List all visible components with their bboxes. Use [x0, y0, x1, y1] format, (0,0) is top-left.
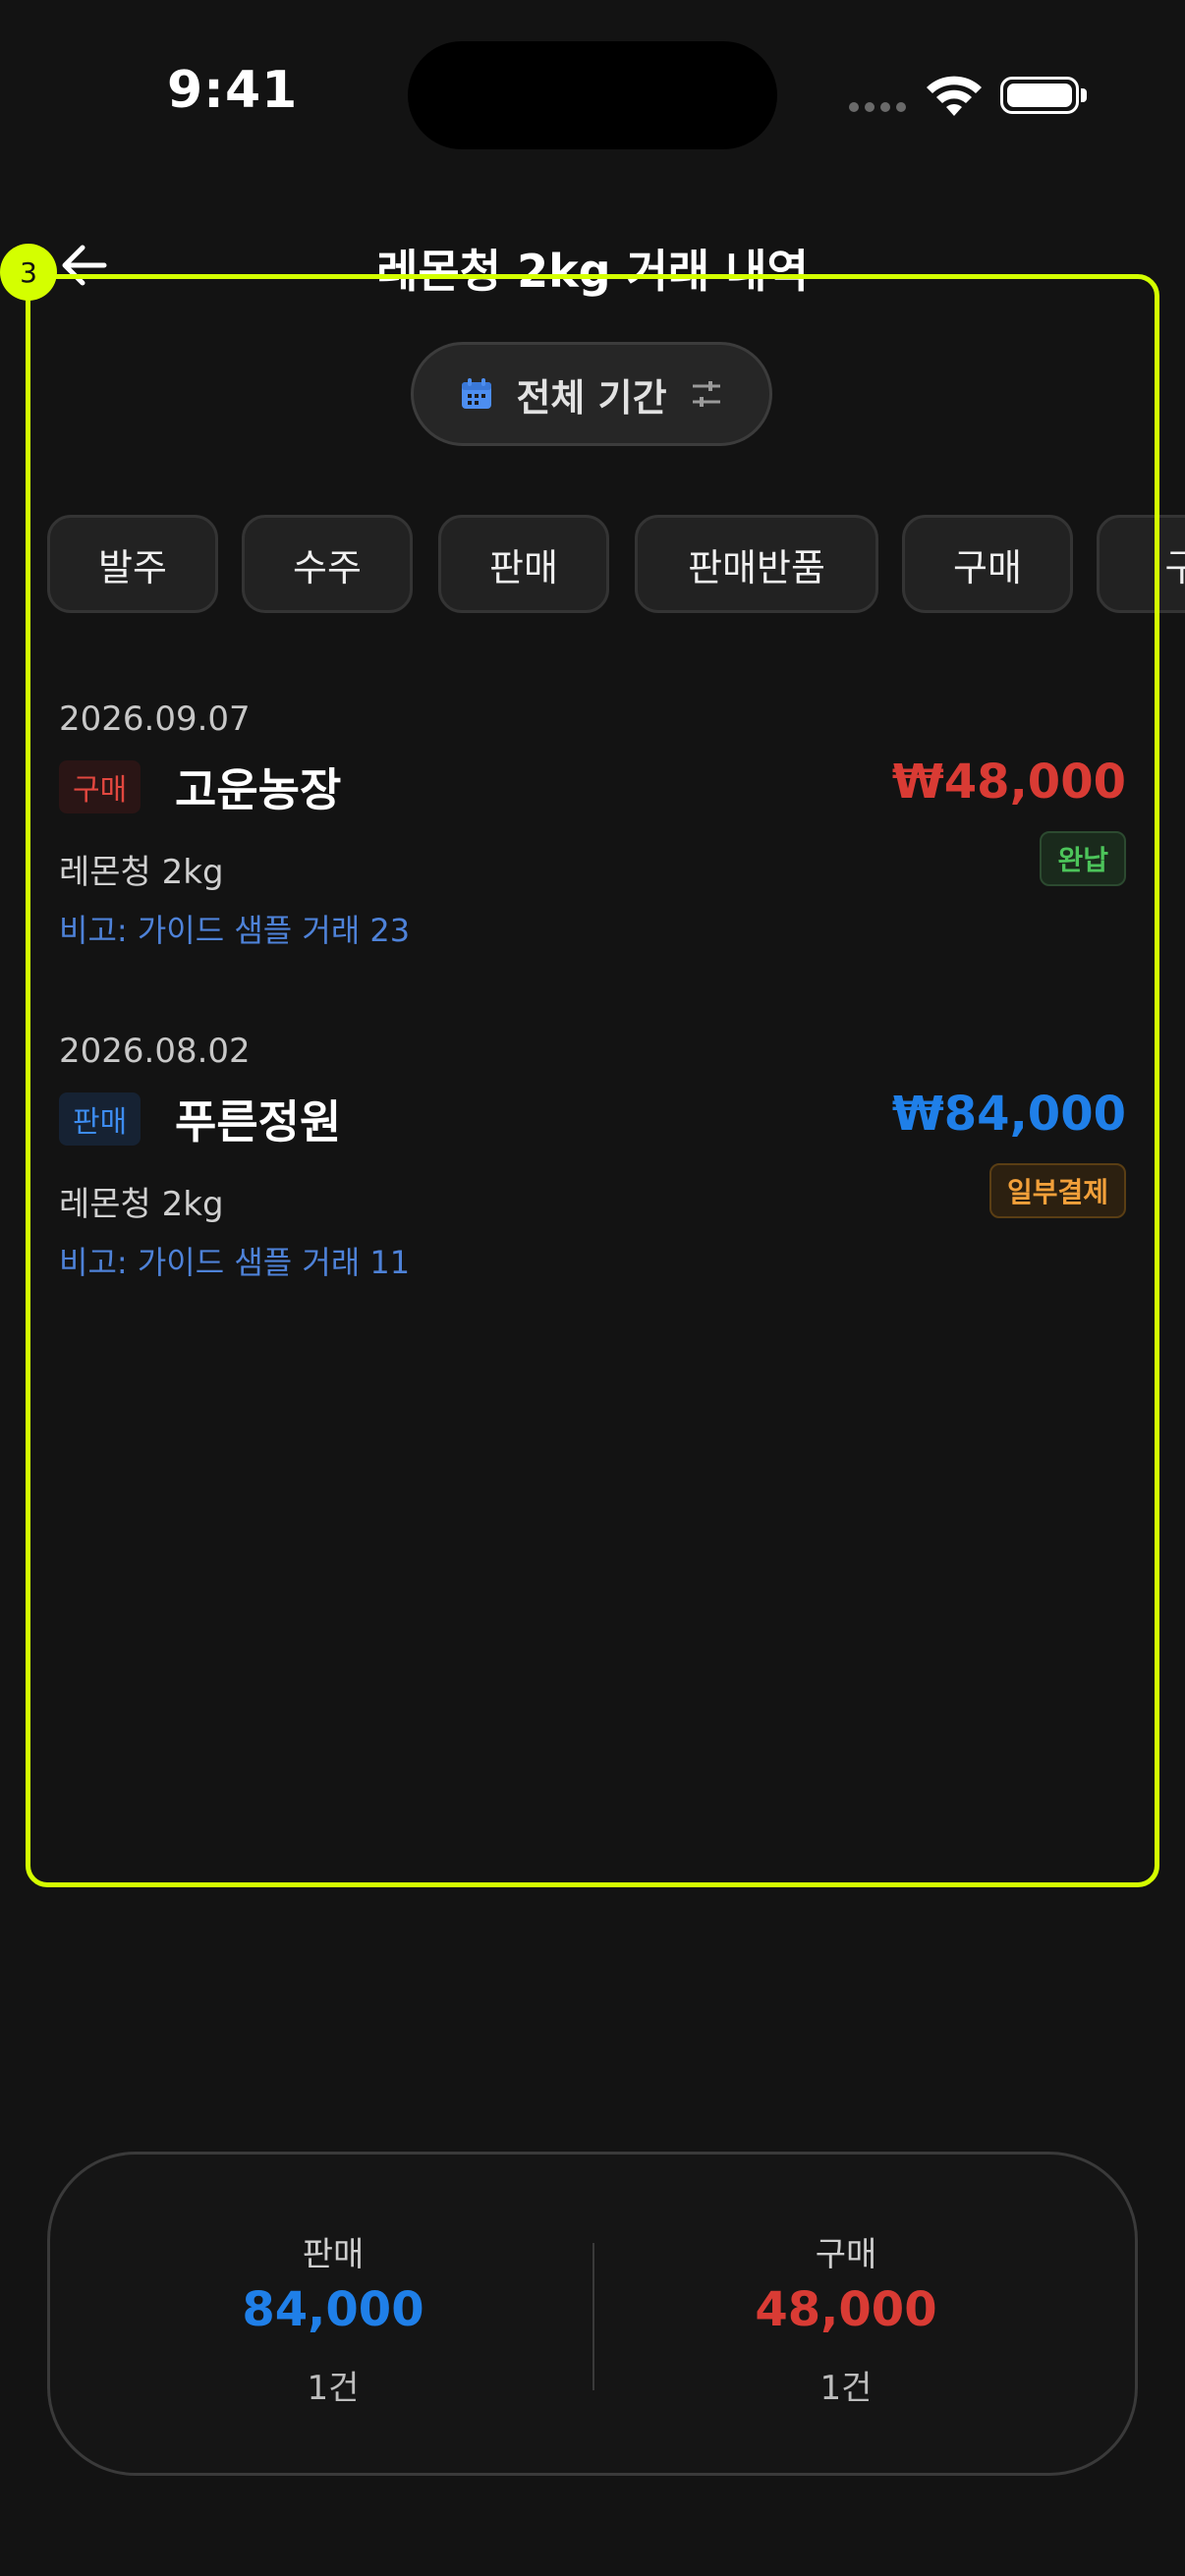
filter-chip-order[interactable]: 발주 — [47, 515, 218, 613]
annotation-marker: 3 — [0, 244, 57, 301]
wifi-icon — [927, 76, 982, 116]
battery-icon — [1000, 77, 1079, 114]
page-title: 레몬청 2kg 거래 내역 — [376, 245, 809, 298]
dynamic-island — [408, 41, 777, 149]
filter-chip-more[interactable]: 구 — [1097, 515, 1185, 613]
filter-chip-received-order[interactable]: 수주 — [242, 515, 413, 613]
summary-card: 판매 84,000 1건 구매 48,000 1건 — [47, 2152, 1138, 2476]
summary-purchase-count: 1건 — [819, 2369, 873, 2408]
period-filter-button[interactable]: 전체 기간 — [411, 342, 772, 446]
transaction-amount: ₩84,000 — [891, 1087, 1126, 1142]
transaction-row[interactable]: 2026.09.07 구매 고운농장 ₩48,000 레몬청 2kg 비고: 가… — [59, 700, 1126, 955]
transaction-party: 고운농장 — [175, 763, 342, 816]
filter-chip-sale[interactable]: 판매 — [438, 515, 609, 613]
filter-adjust-icon — [692, 381, 720, 407]
transaction-item: 레몬청 2kg — [59, 853, 224, 892]
transaction-note: 비고: 가이드 샘플 거래 11 — [59, 1244, 411, 1281]
calendar-icon — [462, 378, 492, 409]
transaction-date: 2026.09.07 — [59, 700, 251, 739]
summary-sales-label: 판매 — [302, 2235, 365, 2274]
transaction-note: 비고: 가이드 샘플 거래 23 — [59, 912, 411, 949]
battery-cap — [1081, 88, 1087, 102]
transaction-type-badge: 판매 — [59, 1092, 141, 1146]
transaction-party: 푸른정원 — [175, 1095, 342, 1148]
summary-sales-value: 84,000 — [242, 2282, 424, 2337]
summary-purchase-label: 구매 — [815, 2235, 877, 2274]
cellular-signal-icon — [849, 102, 906, 112]
payment-status-badge: 완납 — [1040, 831, 1126, 886]
transaction-row[interactable]: 2026.08.02 판매 푸른정원 ₩84,000 레몬청 2kg 비고: 가… — [59, 1032, 1126, 1287]
transaction-date: 2026.08.02 — [59, 1032, 251, 1071]
filter-chip-sale-return[interactable]: 판매반품 — [635, 515, 878, 613]
summary-sales-count: 1건 — [307, 2369, 360, 2408]
period-label: 전체 기간 — [516, 375, 667, 420]
transaction-item: 레몬청 2kg — [59, 1185, 224, 1224]
summary-divider — [592, 2243, 594, 2390]
status-time: 9:41 — [167, 61, 299, 120]
transaction-amount: ₩48,000 — [891, 755, 1126, 810]
filter-chip-purchase[interactable]: 구매 — [902, 515, 1073, 613]
transaction-type-badge: 구매 — [59, 760, 141, 813]
summary-sales: 판매 84,000 1건 — [97, 2155, 569, 2473]
filter-chip-bar: 발주 수주 판매 판매반품 구매 구 — [47, 515, 1185, 617]
payment-status-badge: 일부결제 — [988, 1163, 1126, 1218]
summary-purchase: 구매 48,000 1건 — [610, 2155, 1082, 2473]
summary-purchase-value: 48,000 — [755, 2282, 937, 2337]
